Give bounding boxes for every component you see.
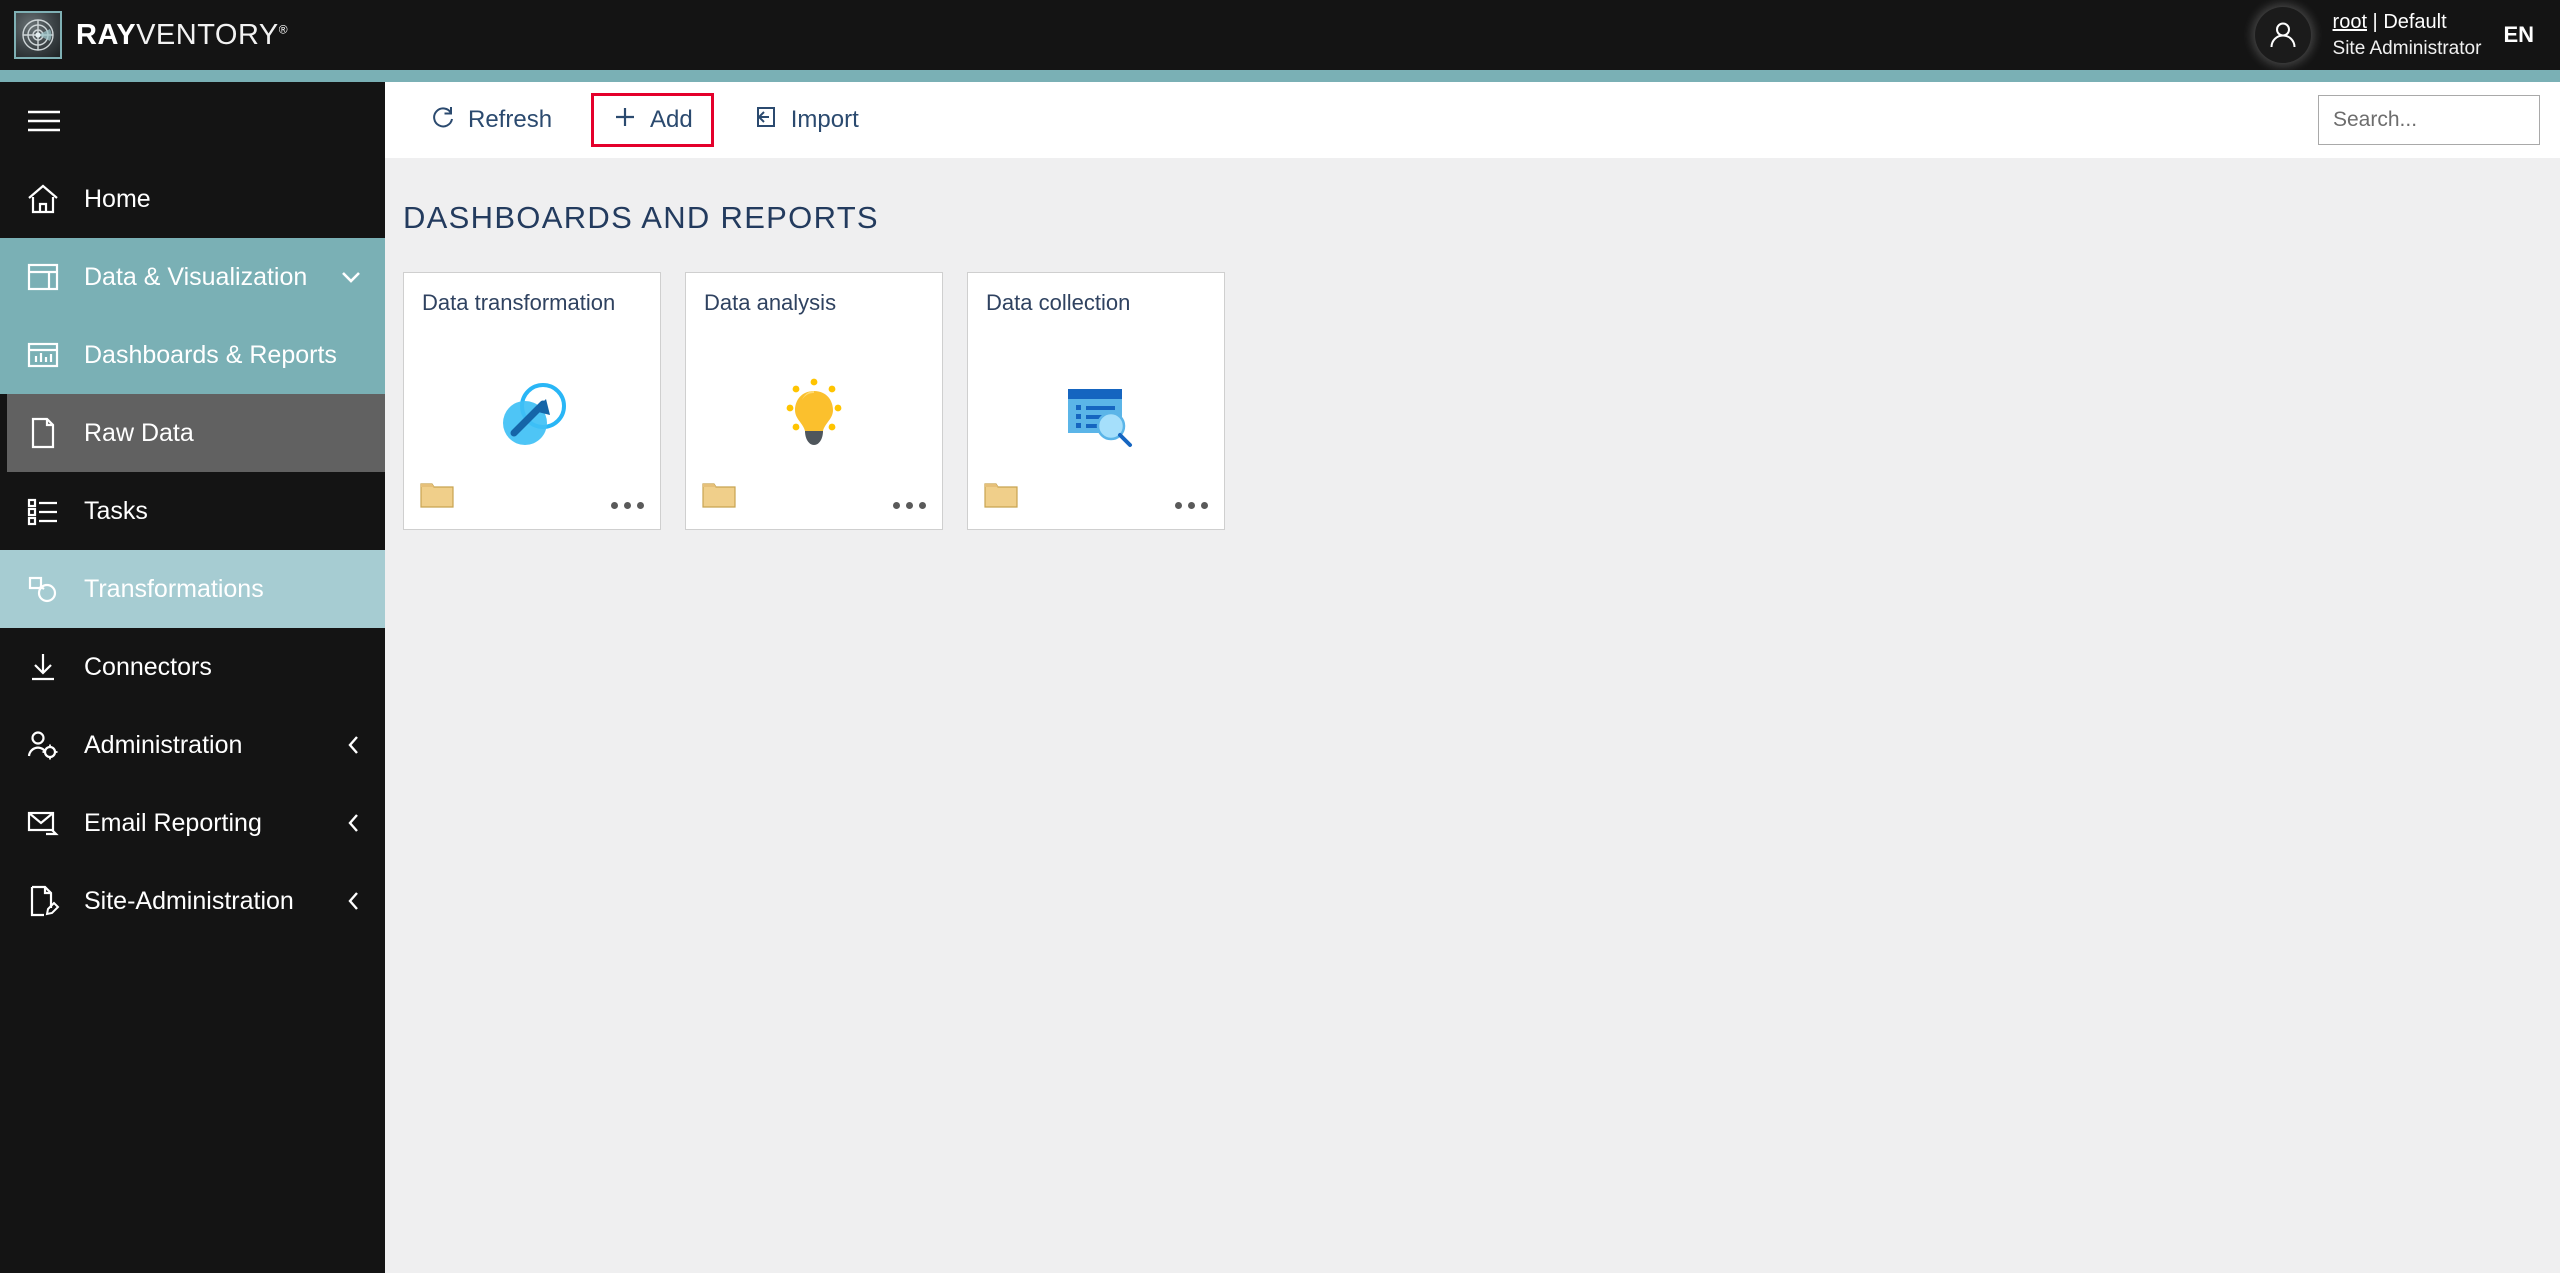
page-title: DASHBOARDS AND REPORTS [403,200,879,235]
sidebar-item-tasks[interactable]: Tasks [0,472,385,550]
sidebar-item-label: Raw Data [84,418,194,447]
radar-logo-icon [14,11,62,59]
user-separator: | [2367,11,2384,34]
sidebar-item-label: Tasks [84,496,148,525]
user-name[interactable]: root [2333,11,2367,33]
search-input[interactable] [2333,108,2560,132]
chevron-left-icon[interactable] [345,811,363,835]
import-label: Import [790,106,859,133]
import-button[interactable]: Import [732,93,880,147]
tile-card[interactable]: Data collection [967,272,1225,530]
sidebar-item-site-administration[interactable]: Site-Administration [0,862,385,940]
email-arrow-icon [26,808,68,838]
brand-logo[interactable]: RAYVENTORY® [0,11,288,59]
user-role: Site Administrator [2332,37,2482,59]
sidebar-item-label: Data & Visualization [84,262,308,291]
chart-window-icon [26,339,68,371]
tile-title: Data collection [986,290,1131,315]
data-collection-art [968,365,1224,465]
folder-icon[interactable] [984,480,1018,513]
tile-grid: Data transformation Data analysis Data c… [385,236,2560,530]
brand-registered: ® [278,21,289,36]
user-avatar-icon[interactable] [2254,7,2311,63]
hamburger-icon[interactable] [0,82,385,160]
sidebar-item-data-visualization[interactable]: Data & Visualization [0,238,385,316]
sidebar-item-home[interactable]: Home [0,160,385,238]
chevron-left-icon[interactable] [345,733,363,757]
data-transformation-art [404,365,660,465]
sidebar-item-label: Administration [84,730,243,759]
brand-bold: RAY [76,18,137,51]
tile-card[interactable]: Data transformation [403,272,661,530]
sidebar-item-raw-data[interactable]: Raw Data [7,394,385,472]
accent-strip [0,70,2560,82]
add-button[interactable]: Add [591,93,714,147]
refresh-label: Refresh [468,106,553,133]
sidebar-item-label: Email Reporting [84,808,262,837]
header-user-area: root | Default Site Administrator EN [2254,7,2560,63]
user-tenant: Default [2383,11,2447,34]
content-toolbar: Refresh Add Import [385,82,2560,158]
chevron-down-icon[interactable] [339,269,363,285]
more-options-icon[interactable] [611,502,644,509]
import-icon [753,104,779,137]
user-identity-line[interactable]: root | Default [2333,9,2482,35]
more-options-icon[interactable] [893,502,926,509]
tile-card[interactable]: Data analysis [685,272,943,530]
layout-icon [26,261,68,293]
sidebar-item-administration[interactable]: Administration [0,706,385,784]
task-list-icon [26,496,68,526]
document-pen-icon [26,884,68,918]
sidebar-item-raw-data-wrapper: Raw Data [0,394,385,472]
add-label: Add [650,106,693,133]
brand-wordmark: RAYVENTORY® [76,19,288,52]
app-header: RAYVENTORY® root | Default Site Administ… [0,0,2560,70]
sidebar-item-label: Site-Administration [84,886,294,915]
search-box[interactable] [2318,95,2560,145]
sidebar-item-connectors[interactable]: Connectors [0,628,385,706]
more-options-icon[interactable] [1175,502,1208,509]
folder-icon[interactable] [702,480,736,513]
sidebar-item-email-reporting[interactable]: Email Reporting [0,784,385,862]
sidebar-item-label: Connectors [84,652,212,681]
download-arrow-icon [26,651,68,683]
chevron-left-icon[interactable] [345,889,363,913]
language-selector[interactable]: EN [2503,22,2534,48]
sidebar-item-label: Transformations [84,574,264,603]
user-info: root | Default Site Administrator [2333,9,2482,60]
refresh-button[interactable]: Refresh [409,93,573,147]
refresh-icon [430,104,456,137]
tile-title: Data analysis [704,290,837,315]
home-icon [26,183,68,215]
tile-title: Data transformation [422,290,616,315]
folder-icon[interactable] [420,480,454,513]
lightbulb-art [686,365,942,465]
transformations-icon [26,573,68,605]
sidebar-item-label: Home [84,184,151,213]
sidebar-navigation: Home Data & Visualization Dashboards & R… [0,82,385,1273]
plus-icon [612,104,638,137]
sidebar-item-transformations[interactable]: Transformations [0,550,385,628]
brand-light: VENTORY [136,18,279,51]
sidebar-item-label: Dashboards & Reports [84,340,337,369]
user-gear-icon [26,729,68,761]
sidebar-item-dashboards-reports[interactable]: Dashboards & Reports [0,316,385,394]
main-content: DASHBOARDS AND REPORTS Data transformati… [385,158,2560,1273]
document-icon [26,416,68,450]
